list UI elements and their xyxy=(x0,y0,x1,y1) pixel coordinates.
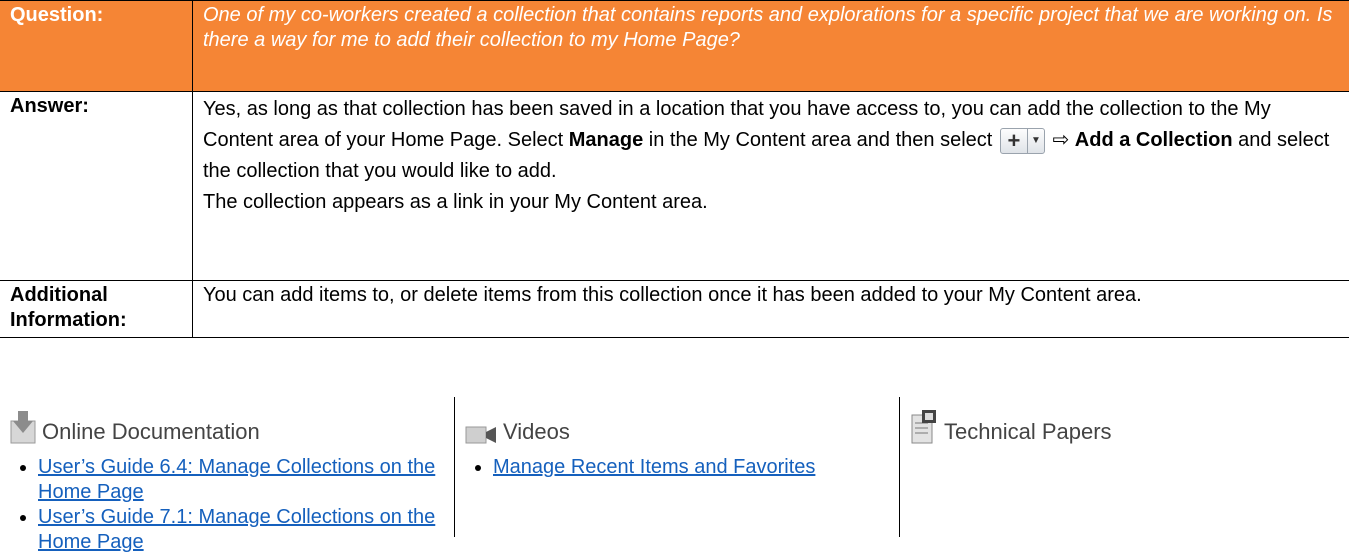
answer-text: Yes, as long as that collection has been… xyxy=(192,92,1349,280)
additional-info-row: Additional Information: You can add item… xyxy=(0,281,1349,338)
chevron-down-icon: ▼ xyxy=(1030,135,1041,147)
additional-info-text: You can add items to, or delete items fr… xyxy=(192,281,1349,337)
document-icon xyxy=(911,410,936,444)
question-label: Question: xyxy=(10,4,104,26)
documentation-column: Online Documentation User’s Guide 6.4: M… xyxy=(0,397,455,553)
arrow-glyph: ⇨ xyxy=(1046,129,1075,151)
add-collection-term: Add a Collection xyxy=(1074,129,1233,151)
documentation-heading: Online Documentation xyxy=(10,405,442,445)
question-text: One of my co-workers created a collectio… xyxy=(192,1,1349,91)
documentation-download-icon xyxy=(10,411,36,444)
videos-title: Videos xyxy=(503,419,570,444)
answer-row: Answer: Yes, as long as that collection … xyxy=(0,92,1349,281)
technical-papers-heading: Technical Papers xyxy=(910,405,1337,445)
technical-papers-title: Technical Papers xyxy=(944,419,1112,444)
video-link-recent-items[interactable]: Manage Recent Items and Favorites xyxy=(493,456,815,478)
videos-heading: Videos xyxy=(465,405,887,445)
documentation-title: Online Documentation xyxy=(42,419,260,444)
technical-papers-column: Technical Papers xyxy=(900,397,1349,537)
add-menu-button-image: + ▼ xyxy=(999,127,1045,154)
video-link-item: Manage Recent Items and Favorites xyxy=(493,455,887,480)
resources-section: Online Documentation User’s Guide 6.4: M… xyxy=(0,397,1349,553)
additional-info-label: Additional Information: xyxy=(10,284,127,331)
documentation-link-6-4[interactable]: User’s Guide 6.4: Manage Collections on … xyxy=(38,456,435,503)
answer-line2: in the My Content area and then select xyxy=(643,129,998,151)
answer-label: Answer: xyxy=(10,95,89,117)
manage-term: Manage xyxy=(568,129,644,151)
video-camera-icon xyxy=(465,426,496,444)
documentation-link-item: User’s Guide 7.1: Manage Collections on … xyxy=(38,505,442,555)
videos-column: Videos Manage Recent Items and Favorites xyxy=(455,397,900,537)
plus-icon: + xyxy=(1001,128,1028,153)
answer-line4: The collection appears as a link in your… xyxy=(203,191,708,213)
documentation-link-7-1[interactable]: User’s Guide 7.1: Manage Collections on … xyxy=(38,506,435,553)
qa-table: Question: One of my co-workers created a… xyxy=(0,0,1349,338)
question-row: Question: One of my co-workers created a… xyxy=(0,0,1349,92)
documentation-link-item: User’s Guide 6.4: Manage Collections on … xyxy=(38,455,442,505)
